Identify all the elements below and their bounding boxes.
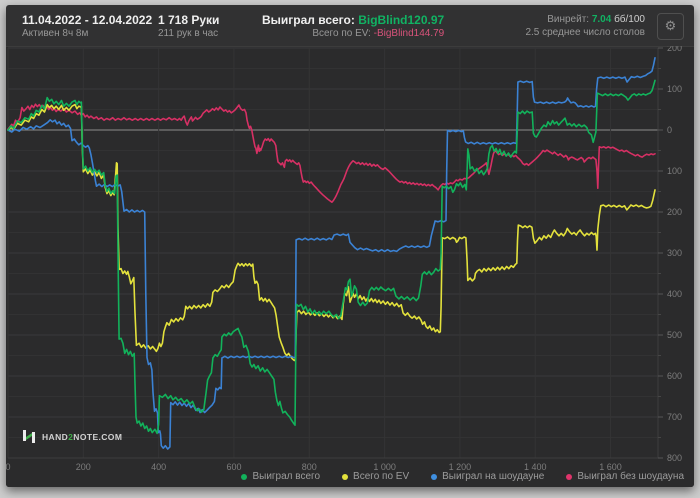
ev-total-label: Всего по EV:	[312, 28, 374, 39]
svg-text:500: 500	[667, 330, 682, 340]
hand2note-logo: HAND2NOTE.COM	[22, 429, 122, 444]
winnings-block: Выиграл всего: BigBlind120.97 Всего по E…	[262, 13, 444, 40]
legend-label: Выиграл всего	[252, 471, 321, 482]
svg-text:800: 800	[667, 453, 682, 463]
logo-text-pre: HAND	[42, 431, 69, 442]
svg-text:200: 200	[667, 207, 682, 217]
legend-item-won-total[interactable]: Выиграл всего	[241, 471, 320, 482]
active-time: Активен 8ч 8м	[22, 28, 89, 39]
svg-text:100: 100	[667, 84, 682, 94]
legend-item-ev[interactable]: Всего по EV	[342, 471, 409, 482]
legend-label: Выиграл без шоудауна	[577, 471, 684, 482]
svg-text:700: 700	[667, 412, 682, 422]
winrate-units: бб/100	[611, 14, 645, 25]
hands-block: 1 718 Руки 211 рук в час	[158, 13, 262, 40]
svg-text:400: 400	[667, 289, 682, 299]
legend-dot-green	[241, 473, 248, 480]
svg-text:600: 600	[667, 371, 682, 381]
header-bar: 11.04.2022 - 12.04.2022 Активен 8ч 8м 1 …	[6, 5, 694, 46]
logo-text-post: NOTE.COM	[73, 431, 123, 442]
gear-icon: ⚙	[664, 18, 677, 33]
ev-total-value: -BigBlind144.79	[373, 28, 445, 39]
hand2note-window: 11.04.2022 - 12.04.2022 Активен 8ч 8м 1 …	[6, 5, 694, 487]
legend-dot-yellow	[342, 473, 349, 480]
legend-item-no-showdown[interactable]: Выиграл без шоудауна	[566, 471, 684, 482]
hands-count: 1 718 Руки	[158, 13, 220, 27]
hand2note-logo-text: HAND2NOTE.COM	[42, 432, 122, 442]
date-range: 11.04.2022 - 12.04.2022	[22, 13, 153, 27]
svg-text:300: 300	[667, 248, 682, 258]
won-total-label: Выиграл всего:	[262, 13, 359, 27]
svg-text:200: 200	[667, 46, 682, 53]
winrate-line: Винрейт: 7.04 бб/100	[525, 13, 645, 26]
won-total-value: BigBlind120.97	[358, 13, 445, 27]
chart-svg[interactable]: 80070060050040030020010001002000 200 400 60…	[6, 46, 694, 476]
chart-legend: Выиграл всего Всего по EV Выиграл на шоу…	[6, 469, 684, 484]
winrate-label: Винрейт:	[547, 14, 592, 25]
settings-button[interactable]: ⚙	[657, 13, 684, 40]
avg-tables: 2.5 среднее число столов	[525, 27, 645, 38]
legend-item-showdown[interactable]: Выиграл на шоудауне	[431, 471, 544, 482]
legend-label: Всего по EV	[353, 471, 410, 482]
series-Выиграл всего	[7, 79, 656, 435]
legend-dot-blue	[431, 473, 438, 480]
hand2note-logo-icon	[23, 430, 35, 443]
ev-total-line: Всего по EV: -BigBlind144.79	[262, 27, 444, 40]
legend-dot-pink	[566, 473, 573, 480]
svg-text:0: 0	[667, 125, 672, 135]
winrate-block: Винрейт: 7.04 бб/100 2.5 среднее число с…	[525, 13, 645, 39]
svg-text:100: 100	[667, 166, 682, 176]
won-total-line: Выиграл всего: BigBlind120.97	[262, 13, 444, 27]
session-date-block: 11.04.2022 - 12.04.2022 Активен 8ч 8м	[22, 13, 158, 40]
hands-per-hour: 211 рук в час	[158, 28, 219, 39]
winrate-value: 7.04	[591, 14, 612, 25]
legend-label: Выиграл на шоудауне	[442, 471, 545, 482]
